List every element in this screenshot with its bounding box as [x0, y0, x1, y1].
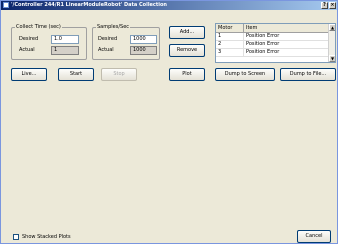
- data-collection-window: '/Controller 244/R1 LinearModuleRobot' D…: [0, 0, 338, 244]
- samples-desired-label: Desired: [98, 36, 118, 42]
- add-button[interactable]: Add...: [169, 26, 205, 39]
- collect-time-desired-input[interactable]: 1.0: [51, 35, 79, 44]
- start-button[interactable]: Start: [58, 68, 94, 81]
- samples-desired-input[interactable]: 1000: [130, 35, 157, 44]
- help-button[interactable]: ?: [321, 2, 328, 9]
- show-stacked-plots-checkbox[interactable]: [13, 234, 19, 240]
- table-cell-motor: 3: [216, 49, 244, 56]
- collect-time-group-label: Collect Time (sec): [15, 24, 62, 30]
- stop-button[interactable]: Stop: [101, 68, 137, 81]
- plot-button[interactable]: Plot: [169, 68, 205, 81]
- table-cell-item: Position Error: [244, 41, 329, 48]
- collect-time-actual-label: Actual: [19, 47, 35, 53]
- samples-group-label: Samples/Sec: [96, 24, 131, 30]
- cancel-button[interactable]: Cancel: [297, 230, 331, 243]
- samples-actual-label: Actual: [98, 47, 114, 53]
- show-stacked-plots-label: Show Stacked Plots: [22, 234, 71, 240]
- table-row[interactable]: 3 Position Error: [216, 49, 329, 57]
- table-cell-item: Position Error: [244, 33, 329, 40]
- collect-time-desired-label: Desired: [19, 36, 39, 42]
- remove-button[interactable]: Remove: [169, 44, 205, 57]
- window-title: '/Controller 244/R1 LinearModuleRobot' D…: [11, 2, 167, 8]
- dump-to-screen-button[interactable]: Dump to Screen: [215, 68, 275, 81]
- title-bar[interactable]: '/Controller 244/R1 LinearModuleRobot' D…: [1, 1, 337, 10]
- close-button[interactable]: ×: [329, 2, 336, 9]
- table-cell-motor: 1: [216, 33, 244, 40]
- scroll-up-icon[interactable]: ▲: [329, 24, 335, 31]
- scroll-down-icon[interactable]: ▼: [329, 55, 335, 62]
- motor-item-table[interactable]: Motor Item 1 Position Error 2 Position E…: [215, 23, 336, 63]
- samples-actual-value: 1000: [130, 46, 157, 55]
- table-row[interactable]: 1 Position Error: [216, 33, 329, 41]
- app-icon: [3, 2, 9, 8]
- table-cell-motor: 2: [216, 41, 244, 48]
- dump-to-file-button[interactable]: Dump to File...: [280, 68, 336, 81]
- collect-time-actual-value: 1: [51, 46, 79, 55]
- column-header-motor[interactable]: Motor: [216, 24, 244, 32]
- column-header-item[interactable]: Item: [244, 24, 329, 32]
- table-body: 1 Position Error 2 Position Error 3 Posi…: [216, 33, 329, 57]
- table-row[interactable]: 2 Position Error: [216, 41, 329, 49]
- table-cell-item: Position Error: [244, 49, 329, 56]
- table-header: Motor Item: [216, 24, 329, 33]
- live-button[interactable]: Live...: [11, 68, 47, 81]
- table-scrollbar[interactable]: ▲ ▼: [328, 24, 335, 62]
- title-buttons: ? ×: [321, 2, 336, 9]
